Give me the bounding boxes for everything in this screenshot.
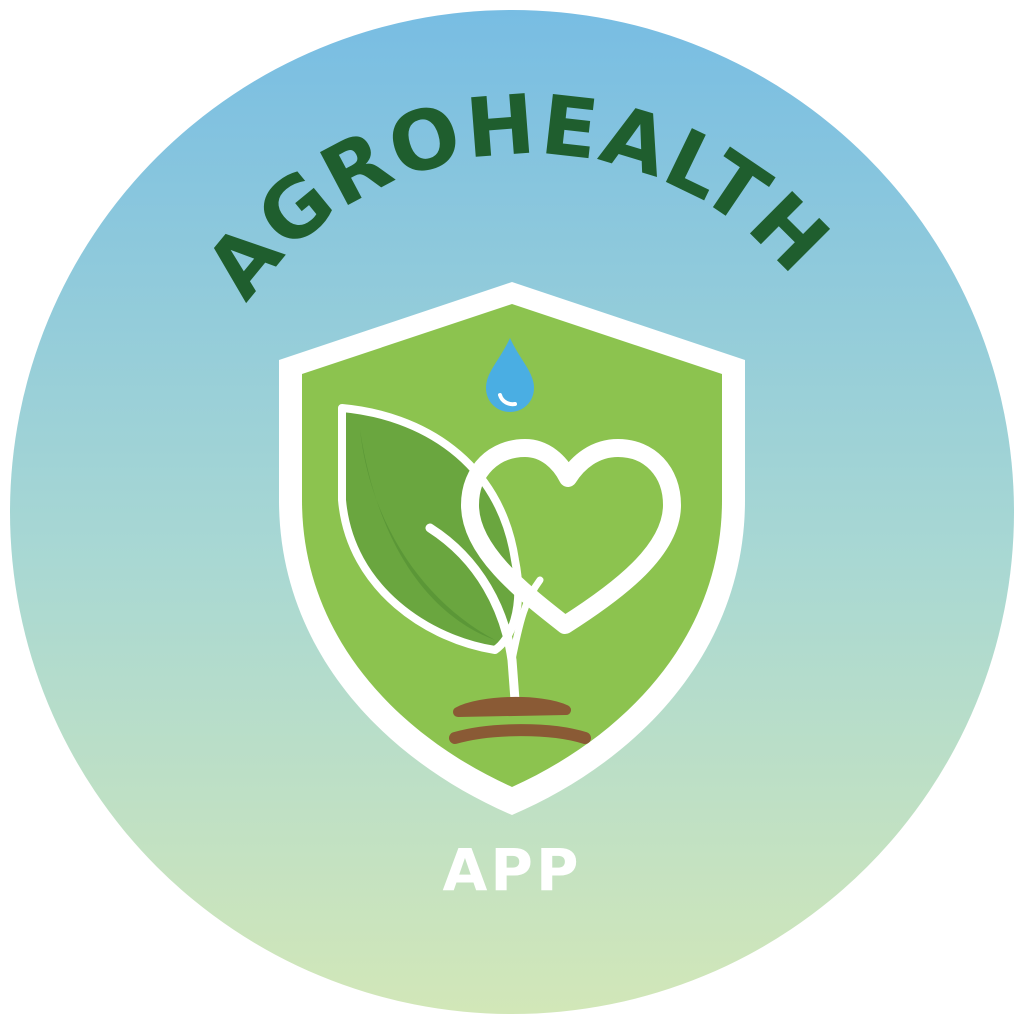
app-label: APP — [443, 836, 582, 904]
app-logo-badge: AGROHEALTH APP — [0, 0, 1024, 1024]
logo-artwork: AGROHEALTH APP — [10, 10, 1014, 1014]
